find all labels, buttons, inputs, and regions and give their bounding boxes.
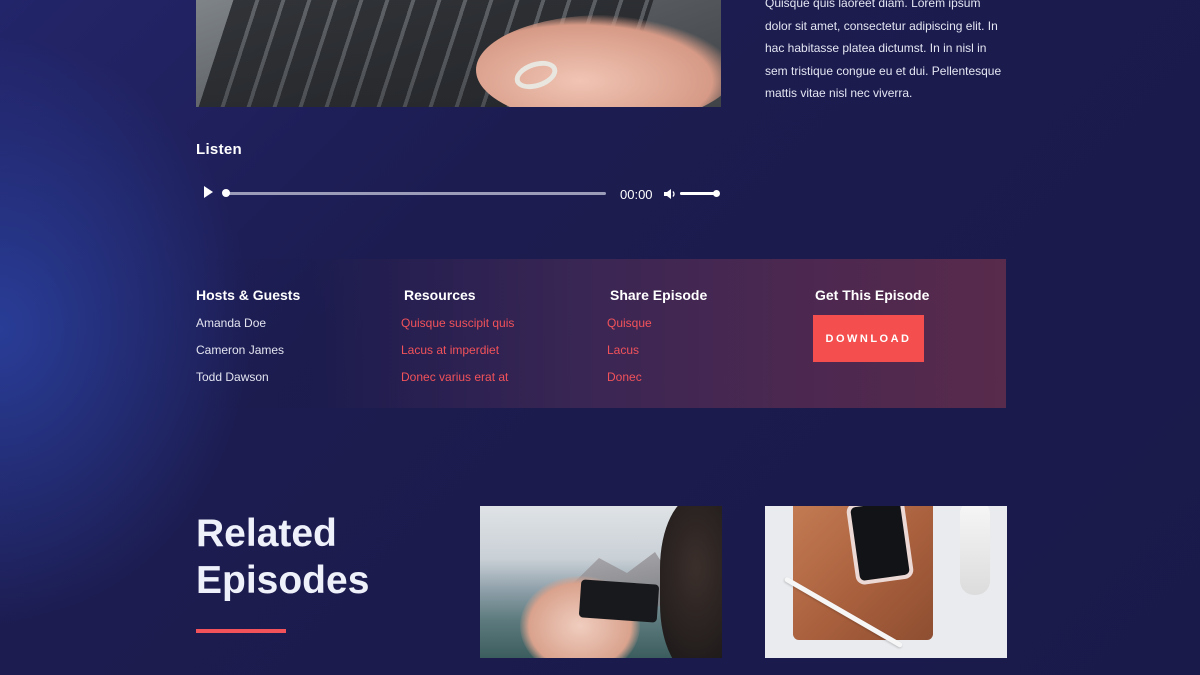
listen-heading: Listen xyxy=(196,141,242,158)
related-episode-thumbnail[interactable] xyxy=(765,506,1007,658)
audio-time: 00:00 xyxy=(620,187,653,202)
get-episode-heading: Get This Episode xyxy=(815,287,930,303)
play-icon[interactable] xyxy=(204,186,213,198)
related-heading-line2: Episodes xyxy=(196,559,370,602)
volume-handle[interactable] xyxy=(713,190,720,197)
download-button[interactable]: DOWNLOAD xyxy=(813,315,924,362)
related-episode-thumbnail[interactable] xyxy=(480,506,722,658)
share-link[interactable]: Lacus xyxy=(607,343,639,357)
host-item: Amanda Doe xyxy=(196,316,267,330)
hosts-heading: Hosts & Guests xyxy=(196,287,301,303)
audio-progress-handle[interactable] xyxy=(222,189,230,197)
host-item: Todd Dawson xyxy=(196,370,269,384)
heading-accent-line xyxy=(196,629,286,633)
episode-hero-image xyxy=(196,0,721,107)
share-heading: Share Episode xyxy=(610,287,708,303)
volume-icon[interactable] xyxy=(663,186,677,200)
related-episodes-heading: Related Episodes xyxy=(196,510,456,604)
resource-link[interactable]: Lacus at imperdiet xyxy=(401,343,499,357)
resource-link[interactable]: Donec varius erat at xyxy=(401,370,508,384)
host-item: Cameron James xyxy=(196,343,285,357)
resource-link[interactable]: Quisque suscipit quis xyxy=(401,316,514,330)
resources-heading: Resources xyxy=(404,287,476,303)
share-link[interactable]: Donec xyxy=(607,370,642,384)
related-heading-line1: Related xyxy=(196,512,337,555)
audio-progress-bar[interactable] xyxy=(225,192,606,195)
episode-description: Quisque quis laoreet diam. Lorem ipsum d… xyxy=(765,0,1002,100)
share-link[interactable]: Quisque xyxy=(607,316,652,330)
